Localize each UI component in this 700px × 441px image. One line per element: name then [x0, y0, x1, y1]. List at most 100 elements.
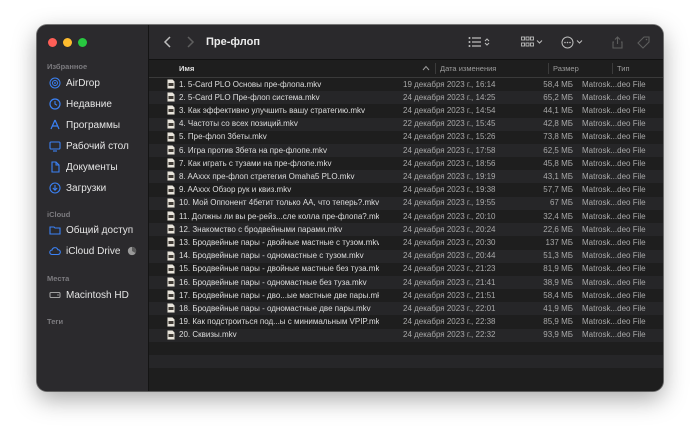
- sidebar-item-label: Общий доступ: [66, 224, 134, 236]
- file-row[interactable]: 13. Бродвейные пары - двойные мастные с …: [149, 236, 663, 249]
- file-row[interactable]: 19. Как подстроиться под...ы с минимальн…: [149, 316, 663, 329]
- file-type: Matrosk...deo File: [582, 237, 646, 247]
- video-file-icon: [167, 171, 175, 182]
- file-row[interactable]: 1. 5-Card PLO Основы пре-флопа.mkv 19 дек…: [149, 78, 663, 91]
- file-type: Matrosk...deo File: [582, 119, 646, 129]
- file-date: 24 декабря 2023 г., 14:25: [403, 92, 496, 102]
- file-name: 11. Должны ли вы ре-рейз...сле колла пре…: [179, 211, 379, 221]
- file-row[interactable]: 10. Мой Оппонент 4бетит только AA, что т…: [149, 196, 663, 210]
- sidebar-item-applications[interactable]: Программы: [49, 118, 144, 132]
- video-file-icon: [167, 105, 175, 116]
- file-name: 3. Как эффективно улучшить вашу стратеги…: [179, 105, 366, 115]
- chevron-right-icon: [187, 36, 195, 48]
- file-row[interactable]: 18. Бродвейные пары - одномастные две па…: [149, 302, 663, 316]
- sidebar-section-locations: Места: [47, 274, 70, 283]
- zoom-window-button[interactable]: [78, 38, 87, 47]
- empty-row: [149, 342, 663, 355]
- file-row[interactable]: 6. Игра против 3бета на пре-флопе.mkv 24 …: [149, 144, 663, 157]
- video-file-icon: [167, 145, 175, 155]
- file-row[interactable]: 15. Бродвейные пары - двойные мастные бе…: [149, 263, 663, 276]
- video-file-icon: [167, 237, 175, 248]
- back-button[interactable]: [161, 35, 175, 49]
- sidebar-item-label: AirDrop: [66, 77, 100, 89]
- sidebar-item-shared[interactable]: Общий доступ: [49, 223, 144, 237]
- column-date-header[interactable]: Дата изменения: [440, 64, 496, 73]
- video-file-icon: [167, 132, 175, 142]
- empty-row: [149, 355, 663, 369]
- group-button[interactable]: [521, 35, 543, 49]
- file-name: 7. Как играть с тузами на пре-флопе.mkv: [179, 158, 332, 168]
- sidebar-item-icloud-drive[interactable]: iCloud Drive: [49, 244, 144, 258]
- column-divider[interactable]: [435, 63, 436, 74]
- file-row[interactable]: 20. Сквизы.mkv 24 декабря 2023 г., 22:32 9…: [149, 328, 663, 342]
- file-row[interactable]: 8. AAxxx пре-флоп стретегия Omaha5 PLO.m…: [149, 170, 663, 184]
- file-name: 14. Бродвейные пары - одномастные с тузо…: [179, 251, 364, 261]
- file-row[interactable]: 16. Бродвейные пары - одномастные без ту…: [149, 276, 663, 289]
- video-file-icon: [167, 79, 175, 89]
- file-name: 18. Бродвейные пары - одномастные две па…: [179, 303, 371, 313]
- file-name: 8. AAxxx пре-флоп стретегия Omaha5 PLO.m…: [179, 171, 355, 181]
- video-file-icon: [167, 118, 175, 129]
- file-type: Matrosk...deo File: [582, 158, 646, 168]
- file-date: 24 декабря 2023 г., 21:23: [403, 264, 496, 274]
- file-size: 51,3 МБ: [543, 251, 573, 261]
- column-type-header[interactable]: Тип: [617, 64, 630, 73]
- file-date: 24 декабря 2023 г., 20:10: [403, 211, 496, 221]
- forward-button[interactable]: [183, 35, 197, 49]
- chevron-left-icon: [163, 36, 171, 48]
- video-file-icon: [167, 211, 175, 221]
- column-divider[interactable]: [612, 63, 613, 74]
- close-window-button[interactable]: [48, 38, 57, 47]
- file-row[interactable]: 17. Бродвейные пары - дво...ые мастные д…: [149, 289, 663, 302]
- minimize-window-button[interactable]: [63, 38, 72, 47]
- file-row[interactable]: 11. Должны ли вы ре-рейз...сле колла пре…: [149, 210, 663, 223]
- video-file-icon: [167, 303, 175, 314]
- file-row[interactable]: 2. 5-Card PLO Пре-флоп система.mkv 24 дек…: [149, 91, 663, 105]
- file-size: 65,2 МБ: [543, 92, 573, 102]
- sidebar-item-macintosh-hd[interactable]: Macintosh HD: [49, 288, 144, 302]
- column-size-header[interactable]: Размер: [553, 64, 579, 73]
- sidebar-item-desktop[interactable]: Рабочий стол: [49, 139, 144, 153]
- column-divider[interactable]: [548, 63, 549, 74]
- file-size: 44,1 МБ: [543, 105, 573, 115]
- file-type: Matrosk...deo File: [582, 303, 646, 313]
- tag-button[interactable]: [637, 35, 650, 49]
- file-type: Matrosk...deo File: [582, 92, 646, 102]
- file-type: Matrosk...deo File: [582, 251, 646, 261]
- file-name: 12. Знакомство с бродвейными парами.mkv: [179, 224, 343, 234]
- file-type: Matrosk...deo File: [582, 330, 646, 340]
- file-type: Matrosk...deo File: [582, 132, 646, 142]
- file-date: 24 декабря 2023 г., 19:38: [403, 185, 496, 195]
- column-name-header[interactable]: Имя: [179, 64, 194, 73]
- desktop-icon: [49, 141, 61, 152]
- file-row[interactable]: 5. Пре-флоп 3беты.mkv 24 декабря 2023 г.,…: [149, 131, 663, 144]
- file-name: 9. AAxxx Обзор рук и квиз.mkv: [179, 185, 292, 195]
- file-date: 24 декабря 2023 г., 21:51: [403, 290, 496, 300]
- file-row[interactable]: 9. AAxxx Обзор рук и квиз.mkv 24 декабря …: [149, 184, 663, 197]
- file-row[interactable]: 14. Бродвейные пары - одномастные с тузо…: [149, 249, 663, 263]
- view-options-button[interactable]: [468, 35, 490, 49]
- file-list: 1. 5-Card PLO Основы пре-флопа.mkv 19 дек…: [149, 78, 663, 391]
- action-button[interactable]: [561, 35, 583, 49]
- file-row[interactable]: 7. Как играть с тузами на пре-флопе.mkv 2…: [149, 157, 663, 170]
- sidebar: Избранное AirDrop Недавние Программы Раб…: [37, 25, 149, 391]
- shared-folder-icon: [49, 226, 61, 235]
- sidebar-item-label: iCloud Drive: [66, 245, 121, 257]
- chevron-down-icon: [576, 40, 583, 44]
- file-size: 62,5 МБ: [543, 145, 573, 155]
- video-file-icon: [167, 184, 175, 195]
- file-date: 24 декабря 2023 г., 19:55: [403, 198, 496, 208]
- sidebar-item-documents[interactable]: Документы: [49, 160, 144, 174]
- file-row[interactable]: 12. Знакомство с бродвейными парами.mkv 2…: [149, 223, 663, 237]
- file-size: 45,8 МБ: [543, 158, 573, 168]
- file-row[interactable]: 4. Частоты со всех позиций.mkv 22 декабря…: [149, 117, 663, 131]
- file-date: 24 декабря 2023 г., 20:30: [403, 237, 496, 247]
- video-file-icon: [167, 330, 175, 340]
- sidebar-item-downloads[interactable]: Загрузки: [49, 181, 144, 195]
- sidebar-item-airdrop[interactable]: AirDrop: [49, 76, 144, 90]
- share-button[interactable]: [612, 35, 623, 49]
- file-type: Matrosk...deo File: [582, 198, 646, 208]
- file-size: 67 МБ: [549, 198, 573, 208]
- file-row[interactable]: 3. Как эффективно улучшить вашу стратеги…: [149, 104, 663, 117]
- sidebar-item-recents[interactable]: Недавние: [49, 97, 144, 111]
